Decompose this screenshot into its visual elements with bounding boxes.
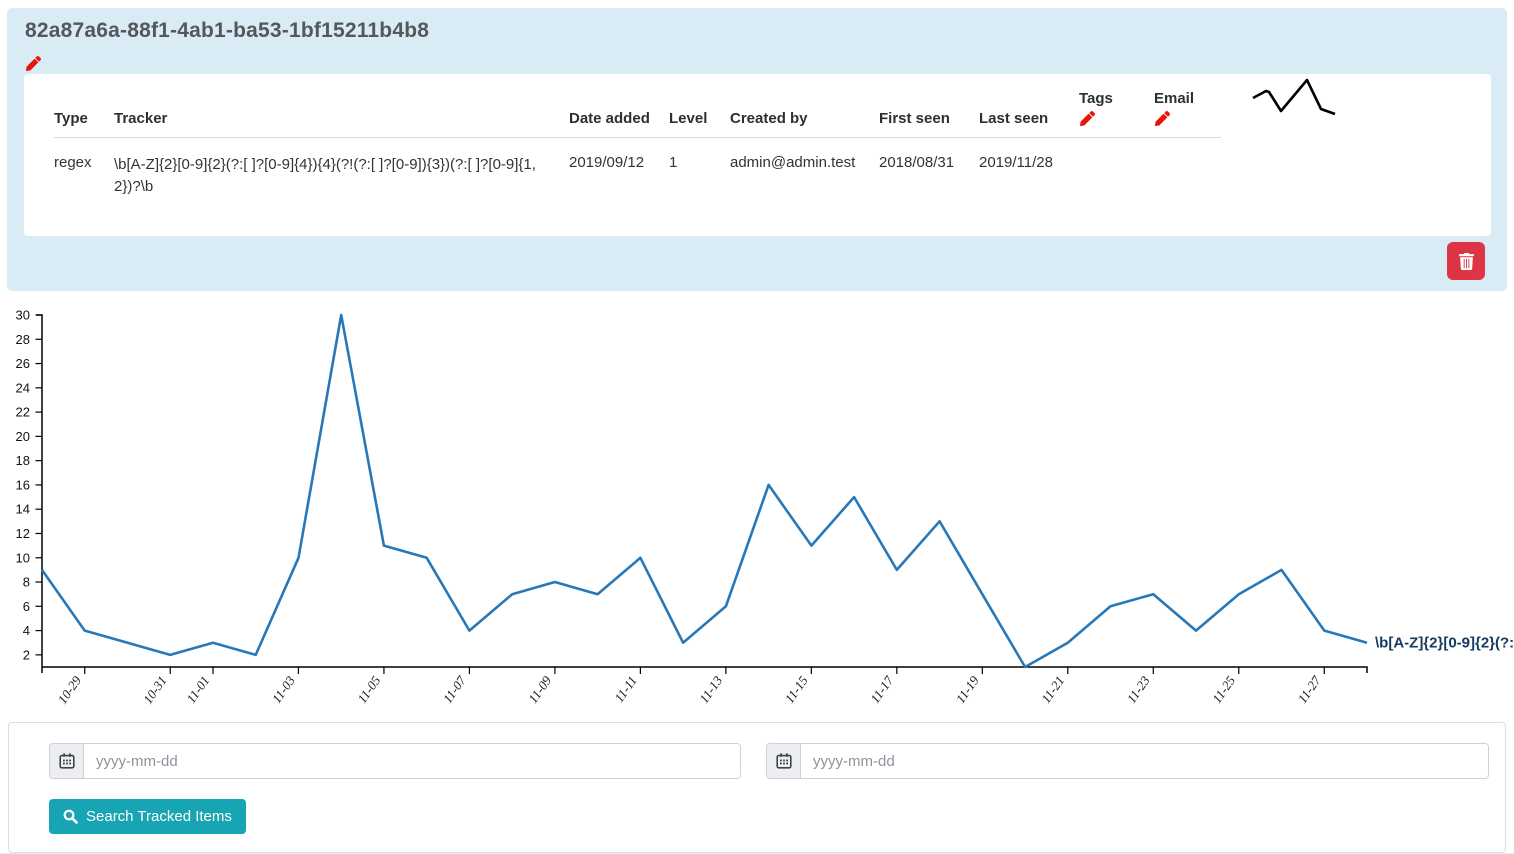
svg-text:10-29: 10-29: [55, 673, 85, 707]
calendar-icon: [776, 753, 792, 769]
search-tracked-items-button[interactable]: Search Tracked Items: [49, 799, 246, 834]
column-header-tags: Tags: [1079, 90, 1154, 138]
delete-tracker-button[interactable]: [1447, 242, 1485, 280]
cell-last-seen: 2019/11/28: [979, 138, 1079, 198]
cell-date-added: 2019/09/12: [569, 138, 669, 198]
svg-text:11-13: 11-13: [696, 673, 725, 706]
sparkline-chart: [1251, 76, 1341, 122]
svg-text:22: 22: [16, 405, 30, 420]
svg-text:30: 30: [16, 308, 30, 323]
svg-text:11-23: 11-23: [1124, 673, 1153, 706]
pencil-icon: [1155, 111, 1170, 126]
svg-text:11-11: 11-11: [611, 673, 640, 705]
edit-tracker-button[interactable]: [25, 56, 41, 72]
cell-type: regex: [54, 138, 114, 198]
tracker-table: Type Tracker Date added Level Created by…: [54, 90, 1221, 198]
svg-text:14: 14: [16, 502, 30, 517]
svg-text:4: 4: [23, 623, 30, 638]
date-to-group: [766, 743, 1489, 779]
svg-text:2: 2: [23, 647, 30, 662]
edit-tags-button[interactable]: [1079, 111, 1095, 127]
calendar-addon: [50, 744, 84, 778]
search-button-label: Search Tracked Items: [86, 808, 232, 825]
tracker-panel: 82a87a6a-88f1-4ab1-ba53-1bf15211b4b8 Typ…: [7, 8, 1507, 291]
svg-text:11-27: 11-27: [1295, 673, 1324, 706]
trash-icon: [1459, 253, 1474, 270]
svg-text:\b[A-Z]{2}[0-9]{2}(?:[ ]: \b[A-Z]{2}[0-9]{2}(?:[ ]: [1375, 635, 1514, 652]
activity-chart: 2468101214161820222426283010-2910-3111-0…: [0, 294, 1514, 714]
date-from-group: [49, 743, 741, 779]
svg-text:8: 8: [23, 575, 30, 590]
tracker-card: Type Tracker Date added Level Created by…: [24, 74, 1491, 236]
svg-text:11-09: 11-09: [525, 673, 554, 706]
svg-text:11-15: 11-15: [782, 673, 811, 706]
svg-text:24: 24: [16, 380, 30, 395]
magnifier-icon: [63, 809, 78, 824]
svg-text:11-17: 11-17: [867, 673, 896, 706]
svg-text:20: 20: [16, 429, 30, 444]
column-header-level: Level: [669, 90, 730, 138]
cell-created-by: admin@admin.test: [730, 138, 879, 198]
svg-text:6: 6: [23, 599, 30, 614]
calendar-icon: [59, 753, 75, 769]
svg-text:11-05: 11-05: [354, 673, 383, 706]
column-header-tracker: Tracker: [114, 90, 569, 138]
column-header-first-seen: First seen: [879, 90, 979, 138]
column-header-date-added: Date added: [569, 90, 669, 138]
svg-text:11-03: 11-03: [269, 673, 298, 706]
svg-text:11-01: 11-01: [183, 673, 212, 706]
date-to-input[interactable]: [801, 744, 1488, 778]
svg-text:18: 18: [16, 453, 30, 468]
svg-text:11-07: 11-07: [440, 673, 469, 706]
svg-text:11-21: 11-21: [1038, 673, 1067, 706]
date-from-input[interactable]: [84, 744, 740, 778]
column-header-last-seen: Last seen: [979, 90, 1079, 138]
column-header-email: Email: [1154, 90, 1221, 138]
column-header-type: Type: [54, 90, 114, 138]
page-title: 82a87a6a-88f1-4ab1-ba53-1bf15211b4b8: [25, 19, 429, 43]
cell-first-seen: 2018/08/31: [879, 138, 979, 198]
svg-text:16: 16: [16, 477, 30, 492]
calendar-addon: [767, 744, 801, 778]
svg-text:28: 28: [16, 332, 30, 347]
svg-text:12: 12: [16, 526, 30, 541]
svg-text:10-31: 10-31: [140, 673, 170, 706]
cell-tags: [1079, 138, 1154, 198]
table-row: regex \b[A-Z]{2}[0-9]{2}(?:[ ]?[0-9]{4})…: [54, 138, 1221, 198]
cell-level: 1: [669, 138, 730, 198]
edit-email-button[interactable]: [1154, 111, 1170, 127]
pencil-icon: [26, 56, 41, 71]
pencil-icon: [1080, 111, 1095, 126]
column-header-created-by: Created by: [730, 90, 879, 138]
svg-text:26: 26: [16, 356, 30, 371]
svg-text:10: 10: [16, 550, 30, 565]
search-panel: Search Tracked Items: [8, 722, 1506, 853]
svg-text:11-19: 11-19: [953, 673, 982, 706]
svg-text:11-25: 11-25: [1209, 673, 1238, 706]
cell-tracker: \b[A-Z]{2}[0-9]{2}(?:[ ]?[0-9]{4}){4}(?!…: [114, 138, 569, 198]
cell-email: [1154, 138, 1221, 198]
